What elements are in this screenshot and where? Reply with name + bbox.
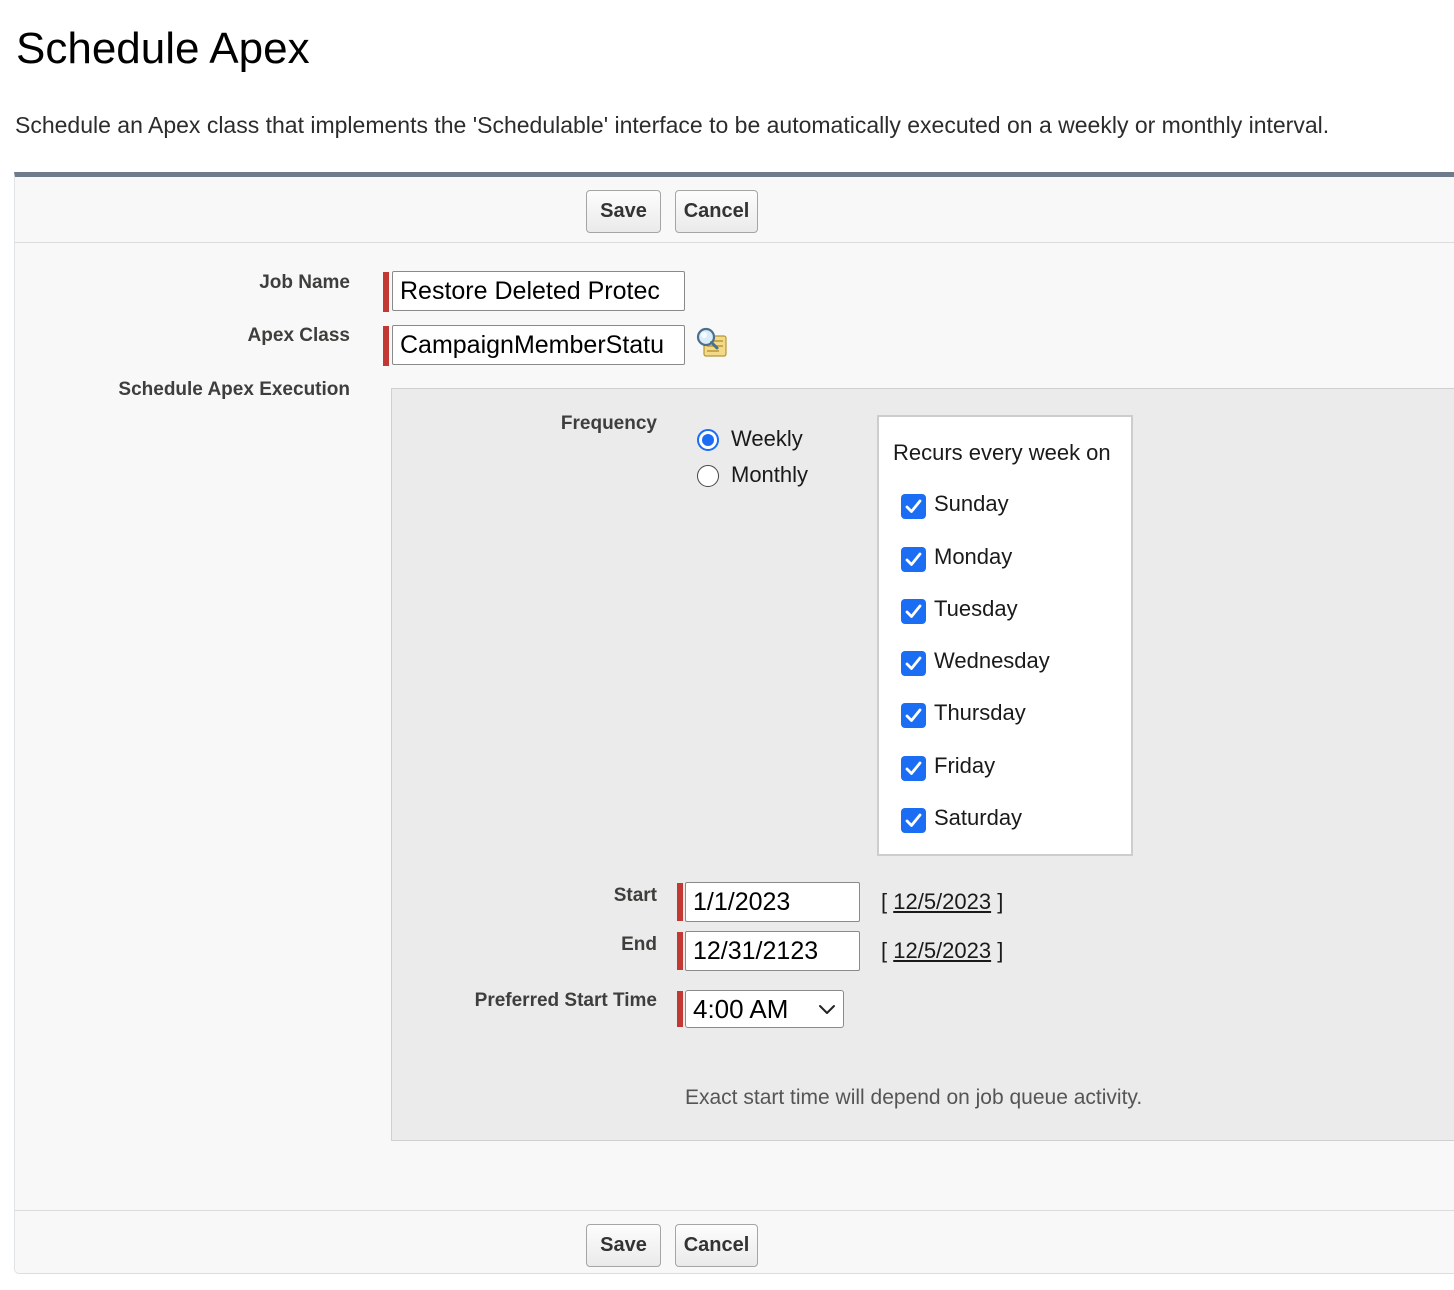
checkmark-icon [905,761,922,775]
weekly-radio-label: Weekly [731,426,803,451]
job-name-label: Job Name [259,272,350,293]
save-button[interactable]: Save [586,1224,661,1267]
recurrence-title: Recurs every week on [893,440,1111,465]
saturday-checkbox[interactable] [901,808,926,833]
job-queue-note: Exact start time will depend on job queu… [685,1086,1143,1109]
cancel-button[interactable]: Cancel [675,1224,758,1267]
checkmark-icon [905,813,922,827]
checkmark-icon [905,708,922,722]
lookup-magnifier-icon[interactable] [695,327,729,359]
tuesday-checkbox[interactable] [901,599,926,624]
schedule-apex-form-panel: Save Cancel Job Name Restore Deleted Pro… [14,172,1454,1274]
end-date-input[interactable]: 12/31/2123 [685,931,860,971]
apex-class-label: Apex Class [247,325,350,346]
bottom-button-bar: Save Cancel [15,1210,1454,1276]
required-indicator [383,326,389,366]
sunday-checkbox[interactable] [901,494,926,519]
end-date-label: End [621,934,657,955]
checkmark-icon [905,499,922,513]
checkmark-icon [905,552,922,566]
day-label: Monday [934,544,1013,569]
schedule-execution-label: Schedule Apex Execution [118,379,350,400]
start-today-link-wrap: [ 12/5/2023 ] [881,889,1004,914]
required-indicator [677,991,683,1027]
checkmark-icon [905,656,922,670]
start-date-label: Start [613,885,657,906]
monday-checkbox[interactable] [901,547,926,572]
page-title: Schedule Apex [16,24,310,73]
monthly-radio-label: Monthly [731,462,809,487]
preferred-start-time-select[interactable]: 4:00 AM [685,990,844,1028]
thursday-checkbox[interactable] [901,703,926,728]
required-indicator [677,883,683,921]
job-name-input[interactable]: Restore Deleted Protec [392,271,685,311]
weekly-recurrence-box: Recurs every week on Sunday Monday Tuesd… [877,415,1133,856]
frequency-label: Frequency [560,413,657,434]
monthly-radio[interactable] [697,465,719,487]
start-today-date-link[interactable]: 12/5/2023 [893,889,991,914]
apex-class-input[interactable]: CampaignMemberStatu [392,325,685,365]
chevron-down-icon [819,1005,835,1014]
top-button-bar: Save Cancel [15,177,1454,243]
day-label: Thursday [934,700,1026,725]
page-description: Schedule an Apex class that implements t… [15,112,1330,138]
required-indicator [677,932,683,970]
save-button[interactable]: Save [586,190,661,233]
day-label: Tuesday [934,596,1018,621]
wednesday-checkbox[interactable] [901,651,926,676]
start-date-input[interactable]: 1/1/2023 [685,882,860,922]
schedule-execution-section: Frequency Weekly Monthly Recurs every we… [391,388,1454,1141]
day-label: Sunday [934,491,1009,516]
required-indicator [383,272,389,312]
day-label: Saturday [934,805,1023,830]
checkmark-icon [905,604,922,618]
preferred-start-time-value: 4:00 AM [693,994,789,1024]
cancel-button[interactable]: Cancel [675,190,758,233]
end-today-date-link[interactable]: 12/5/2023 [893,938,991,963]
preferred-start-time-label: Preferred Start Time [474,990,657,1011]
friday-checkbox[interactable] [901,756,926,781]
end-today-link-wrap: [ 12/5/2023 ] [881,938,1004,963]
day-label: Wednesday [934,648,1050,673]
weekly-radio[interactable] [697,429,719,451]
day-label: Friday [934,753,996,778]
